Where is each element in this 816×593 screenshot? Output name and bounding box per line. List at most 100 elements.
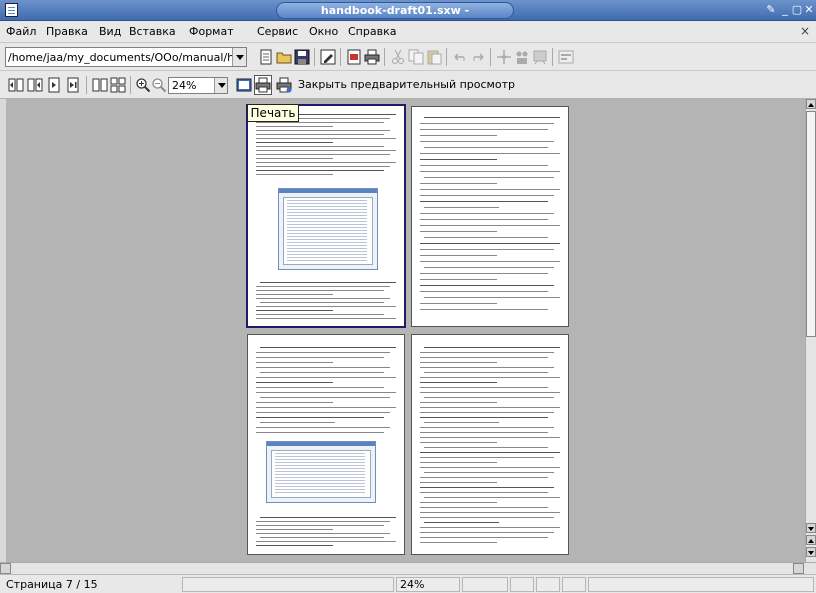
path-input[interactable] — [6, 48, 233, 66]
vertical-scrollbar[interactable] — [805, 99, 816, 562]
text-line — [424, 147, 548, 148]
page-preview-9[interactable] — [247, 334, 405, 555]
path-combobox[interactable] — [5, 47, 247, 67]
print-options-icon-visible[interactable] — [276, 77, 292, 93]
copy-icon[interactable] — [408, 49, 424, 65]
status-cell-signature[interactable] — [588, 577, 814, 592]
scroll-thumb[interactable] — [806, 111, 816, 337]
text-line — [256, 166, 390, 167]
print-page-view-icon[interactable] — [254, 75, 272, 95]
status-cell-modified[interactable] — [562, 577, 586, 592]
status-cell-style[interactable] — [182, 577, 394, 592]
two-pages-icon[interactable] — [92, 77, 108, 93]
text-line — [256, 377, 396, 378]
text-line — [256, 367, 390, 368]
datasource-icon[interactable] — [532, 49, 548, 65]
menu-edit[interactable]: Правка — [46, 25, 88, 38]
scroll-down-button[interactable] — [806, 523, 816, 533]
scroll-up-button[interactable] — [806, 99, 816, 109]
page-preview-7[interactable] — [246, 104, 406, 328]
text-line — [420, 417, 548, 418]
save-icon[interactable] — [294, 49, 310, 65]
next-page-scroll-button[interactable] — [806, 547, 816, 557]
scroll-right-button[interactable] — [793, 563, 804, 574]
previous-page-icon[interactable] — [27, 77, 43, 93]
text-line — [424, 447, 548, 448]
text-line — [256, 306, 396, 307]
text-line — [420, 462, 497, 463]
text-line — [420, 467, 560, 468]
status-cell-hyperlink[interactable] — [536, 577, 560, 592]
text-line — [420, 377, 560, 378]
cut-icon[interactable] — [390, 49, 406, 65]
export-pdf-icon[interactable] — [346, 49, 362, 65]
menu-help[interactable]: Справка — [348, 25, 396, 38]
menu-insert[interactable]: Вставка — [129, 25, 176, 38]
text-line — [420, 482, 497, 483]
path-dropdown-button[interactable] — [232, 48, 246, 66]
menu-tools[interactable]: Сервис — [257, 25, 298, 38]
text-line — [420, 165, 548, 166]
text-line — [256, 417, 384, 418]
paste-icon[interactable] — [426, 49, 442, 65]
horizontal-scrollbar[interactable] — [0, 562, 816, 574]
text-line — [420, 502, 497, 503]
text-line — [256, 158, 333, 159]
previous-page-scroll-button[interactable] — [806, 535, 816, 545]
text-line — [256, 318, 396, 319]
menu-format[interactable]: Формат — [189, 25, 234, 38]
text-line — [420, 442, 497, 443]
status-cell-insert[interactable] — [462, 577, 508, 592]
edit-file-icon[interactable] — [320, 49, 336, 65]
open-folder-icon[interactable] — [276, 49, 292, 65]
text-line — [420, 457, 554, 458]
last-page-icon[interactable] — [65, 77, 81, 93]
text-line — [420, 303, 497, 304]
text-line — [256, 402, 333, 403]
text-line — [256, 525, 384, 526]
menu-file[interactable]: Файл — [6, 25, 36, 38]
html-source-icon[interactable] — [558, 49, 574, 65]
gallery-icon[interactable] — [514, 49, 530, 65]
close-document-icon[interactable]: × — [800, 24, 810, 38]
text-line — [420, 432, 548, 433]
page-preview-8[interactable] — [411, 106, 569, 327]
text-line — [260, 347, 396, 348]
print-icon[interactable] — [364, 49, 380, 65]
undo-icon[interactable] — [452, 49, 468, 65]
first-page-icon[interactable] — [8, 77, 24, 93]
maximize-button[interactable]: ▢ — [791, 3, 803, 17]
next-page-icon[interactable] — [46, 77, 62, 93]
status-cell-zoom[interactable]: 24% — [396, 577, 460, 592]
zoom-combobox[interactable]: 24% — [168, 77, 228, 94]
minimize-button[interactable]: _ — [779, 3, 791, 17]
status-cell-selection[interactable] — [510, 577, 534, 592]
text-line — [260, 517, 396, 518]
menu-view[interactable]: Вид — [99, 25, 121, 38]
navigator-icon[interactable] — [496, 49, 512, 65]
page-preview-10[interactable] — [411, 334, 569, 555]
scroll-left-button[interactable] — [0, 563, 11, 574]
zoom-status: 24% — [400, 578, 425, 591]
text-line — [256, 150, 396, 151]
multiple-pages-icon[interactable] — [110, 77, 126, 93]
zoom-dropdown-button[interactable] — [214, 78, 227, 93]
text-line — [420, 141, 554, 142]
text-line — [256, 310, 333, 311]
close-button[interactable]: ✕ — [803, 3, 815, 17]
new-document-icon[interactable] — [258, 49, 274, 65]
text-line — [420, 527, 560, 528]
full-screen-icon[interactable] — [236, 77, 252, 93]
text-line — [420, 249, 554, 250]
close-preview-button[interactable]: Закрыть предварительный просмотр — [298, 78, 515, 91]
text-line — [420, 542, 497, 543]
zoom-in-icon[interactable] — [135, 77, 151, 93]
zoom-out-icon[interactable] — [151, 77, 167, 93]
text-line — [420, 487, 554, 488]
app-icon[interactable] — [5, 3, 18, 17]
text-line — [256, 545, 333, 546]
menu-window[interactable]: Окно — [309, 25, 338, 38]
pin-icon[interactable]: ✎ — [764, 3, 778, 17]
text-line — [424, 177, 554, 178]
redo-icon[interactable] — [470, 49, 486, 65]
